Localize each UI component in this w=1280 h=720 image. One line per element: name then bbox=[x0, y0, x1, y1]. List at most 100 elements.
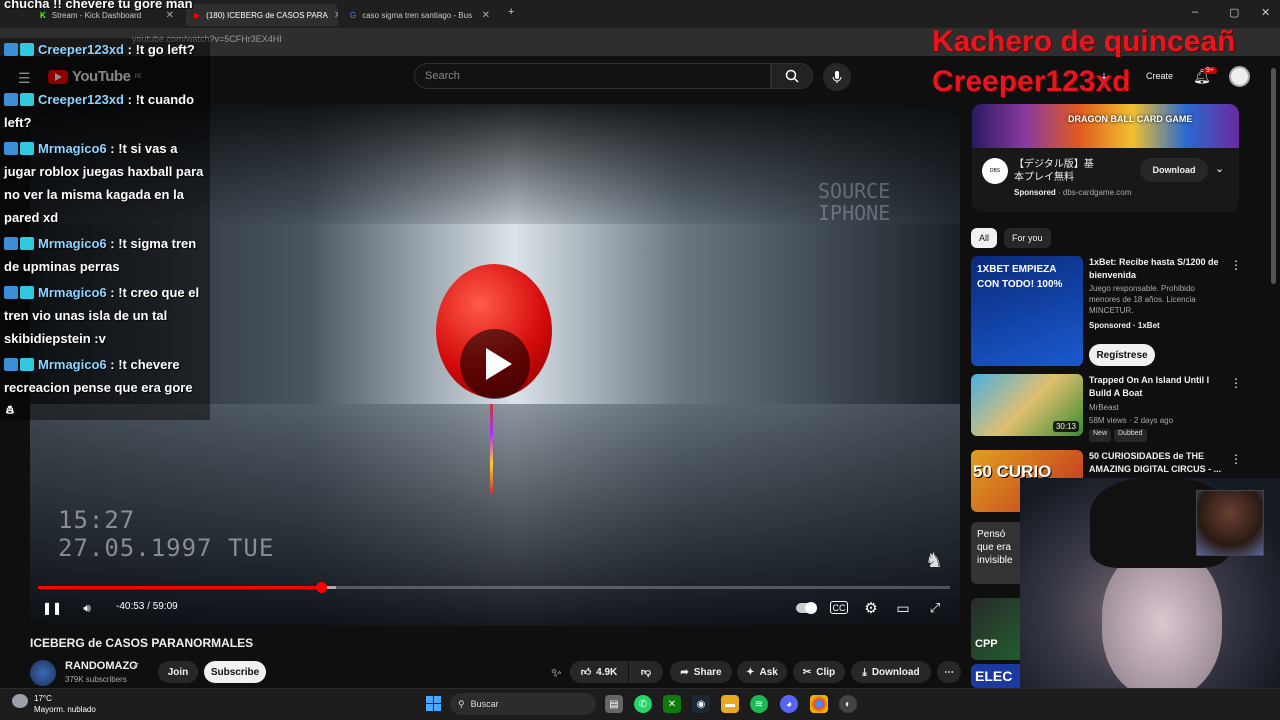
voice-search-button[interactable] bbox=[823, 63, 851, 91]
video-title[interactable]: 1xBet: Recibe hasta S/1200 de bienvenida bbox=[1089, 256, 1225, 282]
autoplay-toggle[interactable] bbox=[794, 598, 818, 618]
close-icon[interactable]: ✕ bbox=[482, 10, 490, 21]
video-thumbnail[interactable]: 30:13 bbox=[971, 374, 1083, 436]
like-button[interactable]: 👍︎ 4.9K bbox=[570, 661, 628, 683]
maximize-icon[interactable]: ▢ bbox=[1229, 6, 1239, 19]
close-window-icon[interactable]: ✕ bbox=[1261, 6, 1270, 19]
clip-button[interactable]: ✂ Clip bbox=[793, 661, 845, 683]
search-icon bbox=[785, 69, 799, 83]
thumbnail-text: ELEC bbox=[975, 668, 1013, 684]
pause-icon[interactable]: ❚❚ bbox=[42, 598, 62, 618]
tab-title: (180) ICEBERG de CASOS PARA bbox=[206, 10, 328, 20]
google-icon: G bbox=[350, 10, 357, 20]
windows-start-icon[interactable] bbox=[426, 696, 441, 711]
video-title: ICEBERG de CASOS PARANORMALES bbox=[30, 636, 254, 650]
chat-user: Creeper123xd bbox=[38, 42, 124, 57]
channel-watermark-icon[interactable]: ♞ bbox=[925, 548, 943, 573]
watermark-line: SOURCE bbox=[818, 179, 891, 203]
xbox-icon[interactable]: ✕ bbox=[663, 695, 681, 713]
new-tab-icon[interactable]: + bbox=[508, 6, 514, 18]
download-button[interactable]: ⤓ Download bbox=[851, 661, 931, 683]
chip-for-you[interactable]: For you bbox=[1004, 228, 1051, 248]
taskbar-search[interactable]: ⚲ Buscar bbox=[450, 693, 596, 715]
weather-icon[interactable] bbox=[12, 694, 28, 708]
video-duration: 30:13 bbox=[1052, 421, 1079, 432]
clip-label: Clip bbox=[816, 666, 836, 678]
weather-widget[interactable]: 17°C Mayorm. nublado bbox=[34, 693, 96, 715]
channel-avatar[interactable] bbox=[30, 660, 56, 686]
subscriber-count: 379K subscribers bbox=[65, 675, 127, 684]
share-button[interactable]: ➦ Share bbox=[670, 661, 732, 683]
badge-icon bbox=[20, 43, 34, 56]
download-icon: ⤓ bbox=[862, 666, 867, 678]
chat-message: Mrmagico6 : !t creo que el tren vio unas… bbox=[4, 281, 210, 350]
badge-icon bbox=[4, 43, 18, 56]
more-options-icon[interactable]: ⋮ bbox=[1230, 376, 1242, 390]
ad-sponsor-line: Sponsored · dbs-cardgame.com bbox=[1014, 188, 1132, 197]
folder-icon[interactable]: ▬ bbox=[721, 695, 739, 713]
video-thumbnail[interactable]: 1XBET EMPIEZA CON TODO! 100% bbox=[971, 256, 1083, 366]
register-button[interactable]: Regístrese bbox=[1089, 344, 1155, 366]
badge-icon bbox=[20, 237, 34, 250]
ad-download-button[interactable]: Download bbox=[1140, 158, 1208, 182]
video-meta: 58M views · 2 days ago bbox=[1089, 416, 1174, 425]
ad-banner[interactable]: DRAGON BALL CARD GAME bbox=[972, 104, 1239, 148]
search-input[interactable]: Search bbox=[414, 63, 771, 89]
spotify-icon[interactable]: ≋ bbox=[750, 695, 768, 713]
sparkle-icon[interactable]: ✨︎ bbox=[551, 665, 562, 681]
thumbs-down-icon: 👎︎ bbox=[640, 667, 652, 678]
badge-icon bbox=[4, 358, 18, 371]
subscribe-button[interactable]: Subscribe bbox=[204, 661, 266, 683]
channel-name[interactable]: RANDOMAZO bbox=[65, 660, 138, 672]
more-options-icon[interactable]: ⋮ bbox=[1230, 258, 1242, 272]
channel-name[interactable]: MrBeast bbox=[1089, 402, 1119, 413]
scissors-icon: ✂ bbox=[802, 666, 812, 678]
ad-domain: dbs-cardgame.com bbox=[1062, 188, 1132, 197]
play-button-large[interactable] bbox=[460, 329, 530, 399]
streamer-face bbox=[1102, 548, 1222, 698]
search-button[interactable] bbox=[771, 63, 813, 89]
settings-icon[interactable]: ⚙︎ bbox=[862, 598, 880, 618]
ask-label: Ask bbox=[759, 666, 778, 678]
obs-icon[interactable]: ◐ bbox=[839, 695, 857, 713]
download-label: Download bbox=[871, 666, 920, 678]
chevron-down-icon[interactable]: ⌄ bbox=[1215, 162, 1224, 175]
whatsapp-icon[interactable]: ✆ bbox=[634, 695, 652, 713]
badge-icon bbox=[20, 142, 34, 155]
video-title[interactable]: Trapped On An Island Until I Build A Boa… bbox=[1089, 374, 1225, 400]
thumbnail-text: 1XBET EMPIEZA CON TODO! 100% bbox=[977, 264, 1063, 290]
ask-sparkle-icon: ✦ bbox=[746, 666, 755, 678]
video-title[interactable]: 50 CURIOSIDADES de THE AMAZING DIGITAL C… bbox=[1089, 450, 1225, 476]
video-watermark: SOURCE IPHONE bbox=[818, 180, 890, 224]
discord-icon[interactable]: ◕ bbox=[780, 695, 798, 713]
file-explorer-icon[interactable]: ▤ bbox=[605, 695, 623, 713]
join-button[interactable]: Join bbox=[158, 661, 198, 683]
microphone-icon bbox=[832, 71, 842, 83]
ad-description: Juego responsable. Prohibido menores de … bbox=[1089, 284, 1196, 315]
sidebar-ad[interactable]: DRAGON BALL CARD GAME DBS 【デジタル版】基本プレイ無料… bbox=[972, 104, 1239, 212]
chat-user: Mrmagico6 bbox=[38, 141, 107, 156]
sponsor-meta: Sponsored · 1xBet bbox=[1089, 321, 1160, 330]
steam-icon[interactable]: ◉ bbox=[692, 695, 710, 713]
ad-title[interactable]: 【デジタル版】基本プレイ無料 bbox=[1014, 158, 1100, 184]
more-options-icon[interactable]: ⋮ bbox=[1230, 452, 1242, 466]
close-icon[interactable]: ✕ bbox=[334, 10, 338, 21]
minimize-icon[interactable]: – bbox=[1192, 6, 1198, 18]
miniplayer-icon[interactable]: ▭ bbox=[894, 598, 912, 618]
chip-all[interactable]: All bbox=[971, 228, 998, 248]
ask-button[interactable]: ✦ Ask bbox=[737, 661, 787, 683]
scrollbar[interactable] bbox=[1271, 68, 1276, 284]
progress-scrubber[interactable] bbox=[316, 582, 327, 593]
badge-icon bbox=[20, 286, 34, 299]
chrome-icon[interactable] bbox=[810, 695, 828, 713]
ad-banner-text: DRAGON BALL CARD GAME bbox=[1068, 114, 1193, 124]
poop-emoji-icon: 💩︎ bbox=[6, 402, 14, 417]
more-actions-button[interactable]: ⋯ bbox=[937, 661, 961, 683]
volume-icon[interactable]: 🔊︎ bbox=[78, 598, 96, 618]
badge-icon bbox=[4, 286, 18, 299]
dislike-button[interactable]: 👎︎ bbox=[629, 661, 663, 683]
ad-logo: DBS bbox=[982, 158, 1008, 184]
captions-icon[interactable]: CC bbox=[830, 601, 848, 614]
tab-google-search[interactable]: G caso sigma tren santiago - Bus ✕ bbox=[342, 4, 498, 26]
fullscreen-icon[interactable]: ⤢ bbox=[926, 598, 944, 618]
